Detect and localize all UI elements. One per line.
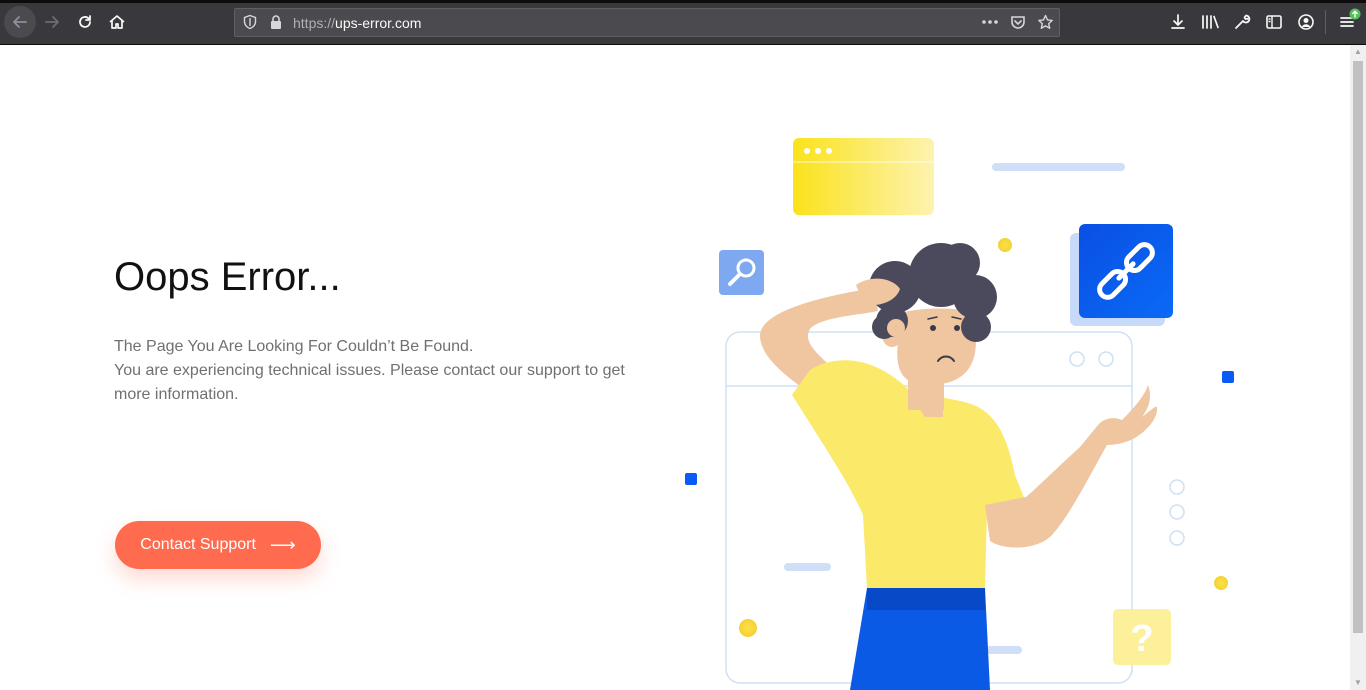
tools-button[interactable] xyxy=(1226,6,1258,38)
wrench-icon xyxy=(1235,14,1251,29)
menu-button[interactable] xyxy=(1331,6,1363,38)
url-bar[interactable]: https://ups-error.com xyxy=(234,8,1060,37)
error-description: The Page You Are Looking For Couldn’t Be… xyxy=(114,335,654,407)
update-badge-icon xyxy=(1349,8,1361,20)
contact-support-label: Contact Support xyxy=(140,536,256,553)
magnifier-icon xyxy=(719,250,764,295)
account-button[interactable] xyxy=(1290,6,1322,38)
decor-bar xyxy=(986,646,1022,654)
decor-square xyxy=(1222,371,1234,383)
page-content: Oops Error... The Page You Are Looking F… xyxy=(0,45,1350,690)
reload-button[interactable] xyxy=(69,6,101,38)
decor-dot xyxy=(998,238,1012,252)
lock-icon[interactable] xyxy=(269,14,283,30)
question-mark-icon: ? xyxy=(1113,609,1171,665)
link-icon xyxy=(1070,224,1173,326)
error-line-1: The Page You Are Looking For Couldn’t Be… xyxy=(114,338,474,355)
decor-ring xyxy=(1169,479,1185,495)
page-title: Oops Error... xyxy=(114,255,341,299)
more-actions-icon[interactable] xyxy=(981,15,999,29)
question-mark-text: ? xyxy=(1130,618,1153,660)
url-host: ups-error.com xyxy=(335,15,422,31)
back-button[interactable] xyxy=(4,6,36,38)
tracking-shield-icon[interactable] xyxy=(242,14,258,30)
reload-icon xyxy=(79,15,91,28)
toolbar-separator xyxy=(1325,10,1326,34)
scrollbar-thumb[interactable] xyxy=(1353,61,1363,633)
decor-ring xyxy=(1169,504,1185,520)
contact-support-button[interactable]: Contact Support ⟶ xyxy=(115,521,321,569)
decor-bar xyxy=(992,163,1125,171)
star-icon[interactable] xyxy=(1037,14,1054,30)
library-button[interactable] xyxy=(1194,6,1226,38)
tab-strip xyxy=(0,0,1366,3)
sidebar-button[interactable] xyxy=(1258,6,1290,38)
vertical-scrollbar[interactable]: ▲ ▼ xyxy=(1350,45,1366,690)
url-protocol: https:// xyxy=(293,15,336,31)
error-line-2: You are experiencing technical issues. P… xyxy=(114,362,625,403)
pocket-icon[interactable] xyxy=(1010,14,1026,30)
arrow-right-icon: ⟶ xyxy=(269,535,296,555)
decor-square xyxy=(685,473,697,485)
account-icon xyxy=(1298,14,1314,30)
decor-ring xyxy=(1169,530,1185,546)
downloads-button[interactable] xyxy=(1162,6,1194,38)
decor-bar xyxy=(784,563,831,571)
sidebar-icon xyxy=(1266,15,1282,29)
error-illustration: ? xyxy=(685,138,1234,690)
decor-dot xyxy=(1214,576,1228,590)
home-icon xyxy=(109,15,125,29)
browser-toolbar: https://ups-error.com xyxy=(0,0,1366,45)
decor-dot xyxy=(739,619,757,637)
scroll-up-icon[interactable]: ▲ xyxy=(1350,45,1366,59)
library-icon xyxy=(1202,15,1219,29)
url-text[interactable]: https://ups-error.com xyxy=(293,15,421,31)
forward-arrow-icon xyxy=(45,16,59,28)
scroll-down-icon[interactable]: ▼ xyxy=(1350,676,1366,690)
download-icon xyxy=(1171,14,1185,29)
forward-button[interactable] xyxy=(36,6,68,38)
home-button[interactable] xyxy=(101,6,133,38)
browser-card-icon xyxy=(793,138,934,215)
back-arrow-icon xyxy=(13,16,27,28)
